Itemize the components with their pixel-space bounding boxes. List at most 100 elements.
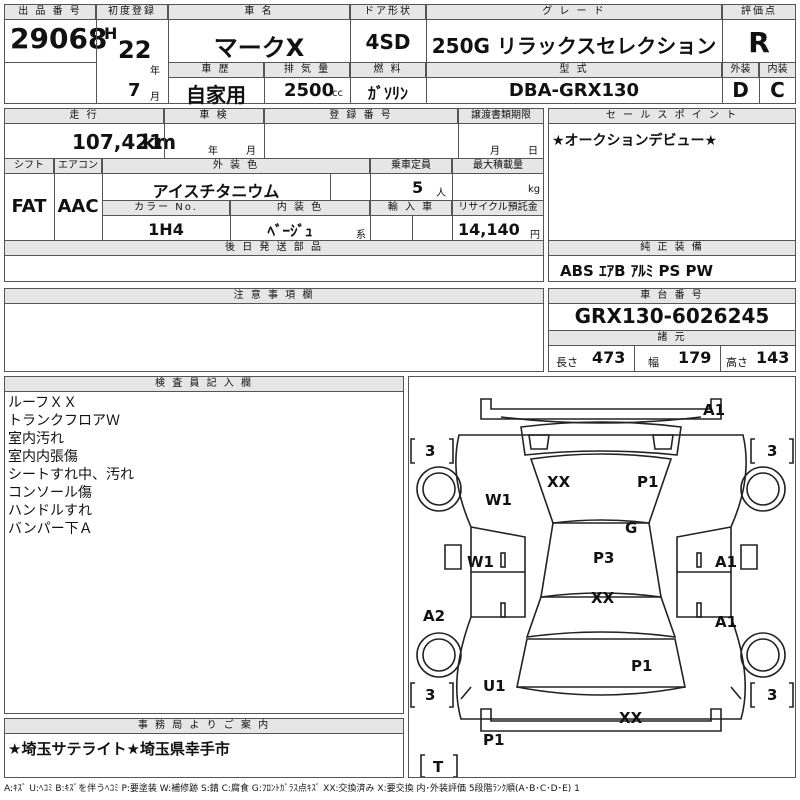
tire-front-left: 3 [425,686,435,704]
exterior-label: 外装 [722,62,759,78]
inspection-month-unit: 月 [246,146,256,157]
inspector-note: シートすれ中、汚れ [8,467,134,483]
inspector-note: コンソール傷 [8,485,92,501]
import-label: 輸 入 車 [370,200,452,216]
lot-no: 29068 [10,22,108,55]
shift: FAT [11,196,47,217]
height: 143 [756,348,790,367]
chassis-label: 車 台 番 号 [548,288,796,304]
color-no-label: カラー No. [102,200,230,216]
model: DBA-GRX130 [508,80,640,101]
dims-label: 諸 元 [548,330,796,346]
mark-left-rear-quarter: W1 [485,491,512,509]
later-parts-label: 後 日 発 送 部 品 [4,240,544,256]
grade: 250G リラックスセレクション [431,34,717,58]
recycle-fee: 14,140 [458,220,520,239]
inspector-note: ルーフＸＸ [8,395,78,411]
mark-left-front-door: A2 [423,607,445,625]
door-label: ドア形状 [350,4,426,20]
tire-rear-left: 3 [425,442,435,460]
damage-diagram: A1 XX P1 W1 G W1 P3 A1 XX A2 A1 P1 U1 XX… [408,376,796,778]
recycle-unit: 円 [530,230,540,241]
reg-month: 7 [128,80,141,101]
mark-center: P3 [593,549,614,567]
year-unit: 年 [150,66,160,77]
mileage-unit: km [142,130,177,154]
mark-right-front-door: A1 [715,613,737,631]
era: H [104,24,118,43]
inspector-note: 室内内張傷 [8,449,78,465]
inspector-note: 室内汚れ [8,431,64,447]
month-unit: 月 [150,92,160,103]
history: 自家用 [186,83,246,107]
mileage-label: 走 行 [4,108,164,124]
office-text: ★埼玉サテライト★埼玉県幸手市 [8,740,230,758]
tire-spare: T [433,758,444,776]
legend: A:ｷｽﾞ U:ﾍｺﾐ B:ｷｽﾞを伴うﾍｺﾐ P:要塗装 W:補修跡 S:錆 … [4,784,580,794]
inspector-note: ハンドルすれ [8,503,92,519]
fuel: ｶﾞｿﾘﾝ [367,84,408,103]
length: 473 [592,348,626,367]
interior-grade: C [770,78,785,102]
width-label: 幅 [648,356,659,369]
lot-no-label: 出 品 番 号 [4,4,96,20]
capacity-unit: 人 [436,188,446,199]
transfer-day-unit: 日 [528,146,538,157]
transfer-month-unit: 月 [490,146,500,157]
max-load-label: 最大積載量 [452,158,544,174]
inspection-label: 車 検 [164,108,264,124]
max-load-unit: kg [528,184,541,195]
mark-rear-bumper: A1 [703,401,725,419]
inspector-label: 検 査 員 記 入 欄 [4,376,404,392]
car-name: マークX [213,34,305,62]
length-label: 長さ [556,356,578,369]
int-color: ﾍﾞｰｼﾞｭ [267,222,313,240]
capacity: 5 [412,178,424,197]
sales-point: ★オークションデビュー★ [552,133,718,149]
car-name-label: 車 名 [168,4,350,20]
tire-front-right: 3 [767,686,777,704]
displacement-label: 排 気 量 [264,62,350,78]
inspector-notes: ルーフＸＸ トランクフロアＷ 室内汚れ 室内内張傷 シートすれ中、汚れ コンソー… [8,394,134,538]
exterior-grade: D [732,78,749,102]
interior-label: 内装 [759,62,796,78]
mark-hood-area: XX [591,589,615,607]
inspector-note: バンパー下Ａ [8,521,93,537]
mark-roof: XX [547,473,571,491]
mark-roof-right: P1 [637,473,658,491]
shift-label: シフト [4,158,54,174]
ac-label: エアコン [54,158,102,174]
inspector-note: トランクフロアＷ [8,413,120,429]
sales-point-label: セ ー ル ス ポ イ ン ト [548,108,796,124]
notes-label: 注 意 事 項 欄 [4,288,544,304]
int-color-label: 内 装 色 [230,200,370,216]
mark-rear-glass: G [625,519,637,537]
height-label: 高さ [726,356,748,369]
score: R [748,26,770,59]
recycle-label: リサイクル預託金 [452,200,544,216]
ext-color-label: 外 装 色 [102,158,370,174]
mark-left-rear-door: W1 [467,553,494,571]
grade-label: グ レ ー ド [426,4,722,20]
model-label: 型 式 [426,62,722,78]
mark-front-bumper: XX [619,709,643,727]
chassis-no: GRX130-6026245 [574,304,770,328]
inspection-year-unit: 年 [208,146,218,157]
mark-front-left: P1 [483,731,504,749]
displacement: 2500 [284,80,335,101]
tire-rear-right: 3 [767,442,777,460]
color-no: 1H4 [148,220,184,239]
width: 179 [678,348,712,367]
mark-left-front-fender: U1 [483,677,506,695]
fuel-label: 燃 料 [350,62,426,78]
reg-no-label: 登 録 番 号 [264,108,458,124]
transfer-label: 譲渡書類期限 [458,108,544,124]
capacity-label: 乗車定員 [370,158,452,174]
score-label: 評価点 [722,4,796,20]
first-reg-label: 初度登録 [96,4,168,20]
office-label: 事 務 局 よ り ご 案 内 [4,718,404,734]
equipment-label: 純 正 装 備 [548,240,796,256]
equipment: ABS ｴｱB ｱﾙﾐ PS PW [560,262,714,280]
door-type: 4SD [365,30,411,54]
mark-right-rear-door: A1 [715,553,737,571]
